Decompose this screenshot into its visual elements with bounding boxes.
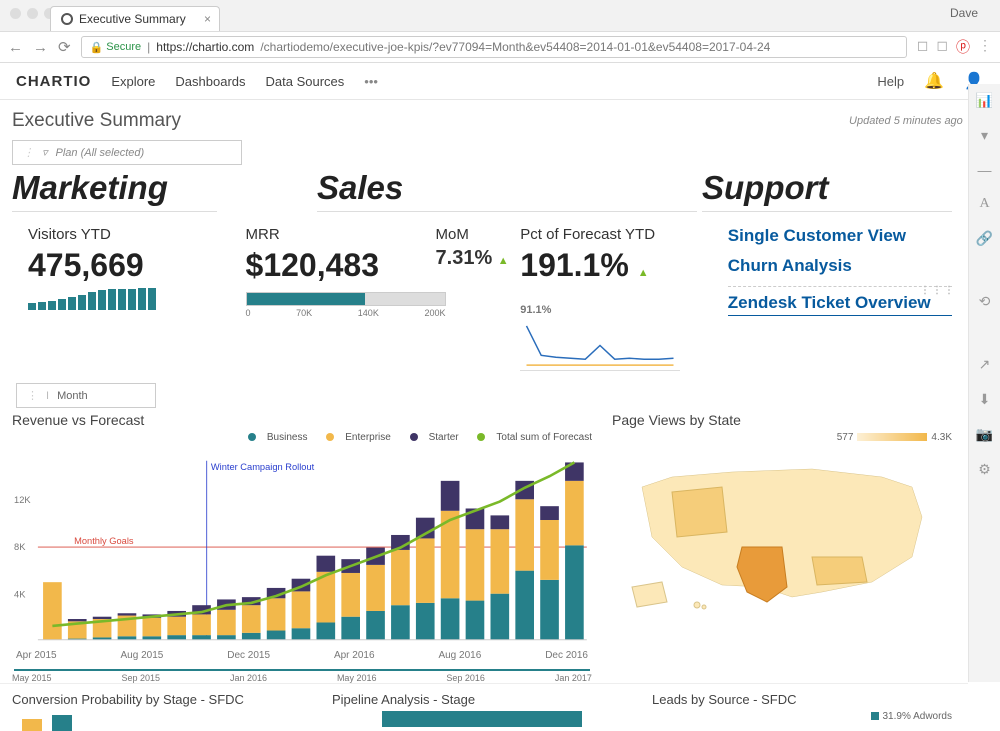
kpi-forecast-label: Pct of Forecast YTD [520,226,698,243]
right-toolbar: 📊 ▾ — A 🔗 ⟲ ↗ ⬇ 📷 ⚙ [968,84,1000,682]
rev-x-axis: Apr 2015Aug 2015Dec 2015Apr 2016Aug 2016… [12,650,592,661]
map-legend: 5774.3K [612,432,952,443]
rev-chart-title: Revenue vs Forecast [12,412,592,428]
conv-title: Conversion Probability by Stage - SFDC [12,692,312,707]
gear-icon[interactable]: ⚙ [978,461,991,478]
time-slider[interactable] [14,669,590,671]
logo[interactable]: CHARTIO [16,73,91,90]
forward-icon[interactable]: → [33,39,48,56]
filter-label: Plan (All selected) [56,147,145,159]
reload-icon[interactable]: ⟳ [58,38,71,56]
trend-up-icon: ▲ [498,255,509,267]
page-title: Executive Summary [12,110,181,132]
map-title: Page Views by State [612,412,952,428]
filter-plan[interactable]: ⋮ ▿ Plan (All selected) [12,140,242,165]
svg-text:Monthly Goals: Monthly Goals [74,535,134,546]
window-min-dot[interactable] [27,8,38,19]
bar-chart-icon[interactable]: 📊 [976,92,993,109]
kpi-mom-label: MoM [436,226,511,243]
mrr-ticks: 070K140K200K [246,308,446,318]
app-header: CHARTIO Explore Dashboards Data Sources … [0,63,1000,100]
section-support: Support [702,169,952,212]
svg-text:4K: 4K [14,589,26,600]
pipeline-title: Pipeline Analysis - Stage [332,692,632,707]
leads-chart-peek[interactable]: 31.9% Adwords [652,711,952,731]
browser-chrome: Dave Executive Summary × ← → ⟳ 🔒 Secure … [0,0,1000,63]
minus-icon[interactable]: — [978,162,992,178]
tab-title: Executive Summary [79,12,186,26]
favicon-icon [61,13,73,25]
secure-badge: 🔒 Secure [90,41,142,54]
ext-icon[interactable]: ◻ [936,37,948,57]
section-sales: Sales [317,169,697,212]
url-path: /chartiodemo/executive-joe-kpis/?ev77094… [260,40,770,54]
updated-label: Updated 5 minutes ago [849,115,963,127]
close-icon[interactable]: × [204,12,211,26]
pipeline-chart-peek[interactable] [332,711,632,731]
conv-chart-peek[interactable] [12,711,312,731]
kpi-visitors-label: Visitors YTD [28,226,206,243]
bell-icon[interactable]: 🔔 [924,71,944,91]
camera-icon[interactable]: 📷 [976,426,993,443]
visitors-sparkline [28,288,206,310]
share-icon[interactable]: ↗ [979,356,991,373]
link-zendesk-overview[interactable]: ⋮⋮⋮Zendesk Ticket Overview [728,286,952,316]
funnel-icon: ▿ [42,146,48,159]
kpi-mrr-label: MRR [246,226,426,243]
svg-text:8K: 8K [14,541,26,552]
leads-title: Leads by Source - SFDC [652,692,952,707]
filter-handle-icon: ⋮ [23,146,34,159]
help-link[interactable]: Help [877,74,904,89]
url-host: https://chartio.com [156,40,254,54]
browser-profile[interactable]: Dave [950,6,990,20]
section-marketing: Marketing [12,169,217,212]
rev-legend: Business Enterprise Starter Total sum of… [12,432,592,443]
selector-handle-icon: ⋮ [27,389,38,402]
kpi-forecast-value: 191.1% ▲91.1% [520,247,698,321]
drag-handle-icon[interactable]: ⋮⋮⋮ [920,285,956,296]
forecast-sparkline [520,321,680,371]
browser-tab[interactable]: Executive Summary × [50,6,220,31]
link-churn-analysis[interactable]: Churn Analysis [728,256,952,276]
url-bar[interactable]: 🔒 Secure | https://chartio.com/chartiode… [81,36,907,58]
mrr-progress [246,292,446,306]
nav-data-sources[interactable]: Data Sources [266,74,345,89]
download-icon[interactable]: ⬇ [979,391,991,408]
svg-text:Winter Campaign Rollout: Winter Campaign Rollout [211,461,315,472]
window-close-dot[interactable] [10,8,21,19]
revenue-chart[interactable]: 4K 8K 12K Monthly Goals Winter Campaign … [12,445,592,645]
svg-text:12K: 12K [14,494,31,505]
menu-icon[interactable]: ⋮ [978,37,992,57]
nav-more-icon[interactable]: ••• [364,74,378,89]
text-icon: I [46,390,49,402]
month-label: Month [57,390,88,402]
kpi-mrr-value: $120,483 [246,247,426,284]
text-icon[interactable]: A [979,196,989,212]
refresh-icon[interactable]: ⟲ [979,293,991,310]
kpi-mom-value: 7.31% ▲ [436,247,511,270]
filter-icon[interactable]: ▾ [981,127,988,144]
kpi-visitors-value: 475,669 [28,247,206,284]
link-single-customer[interactable]: Single Customer View [728,226,952,246]
nav-explore[interactable]: Explore [111,74,155,89]
month-selector[interactable]: ⋮ I Month [16,383,156,408]
pinterest-icon[interactable]: ⓟ [956,37,970,57]
ext-icon[interactable]: ◻ [917,37,929,57]
back-icon[interactable]: ← [8,39,23,56]
link-icon[interactable]: 🔗 [976,230,993,247]
us-map[interactable] [612,447,952,617]
nav-dashboards[interactable]: Dashboards [175,74,245,89]
